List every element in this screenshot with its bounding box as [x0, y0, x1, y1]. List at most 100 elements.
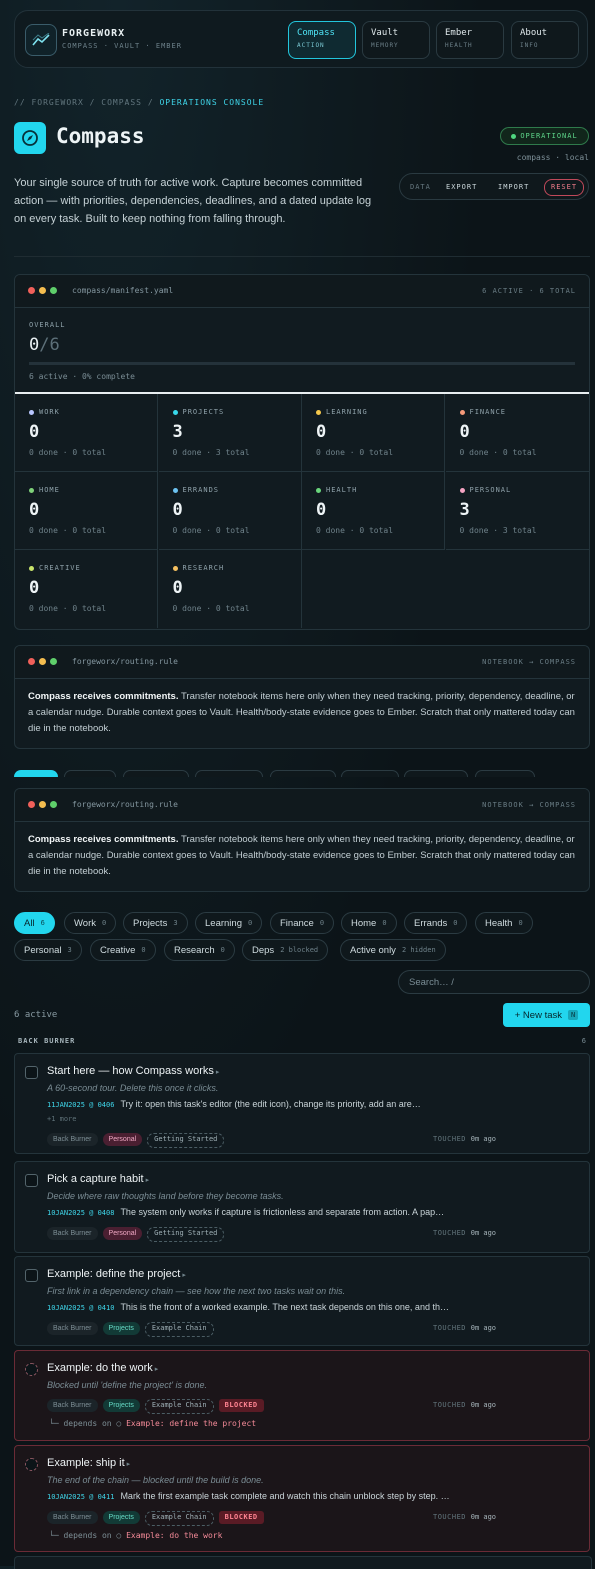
routing-text: Compass receives commitments. Transfer n… [28, 832, 578, 880]
task-card[interactable]: Example: define the project ▸ First link … [14, 1256, 590, 1346]
filter-personal[interactable]: Personal 3 [14, 939, 82, 961]
more-link[interactable]: +1 more [47, 1115, 77, 1123]
category-card-projects[interactable]: PROJECTS 3 0 done · 3 total [158, 394, 302, 472]
filter-home[interactable]: Home 0 [341, 912, 397, 934]
tab-title: Ember [445, 28, 473, 38]
panel-header: compass/manifest.yaml 6 ACTIVE · 6 TOTAL [15, 275, 589, 308]
brand-subtitle: COMPASS · VAULT · EMBER [62, 42, 182, 50]
category-name: FINANCE [459, 408, 507, 416]
filter-projects[interactable]: Projects 3 [123, 912, 188, 934]
filter-label: Creative [100, 944, 136, 956]
task-checkbox[interactable] [25, 1363, 38, 1376]
green-light-icon [50, 287, 57, 294]
category-dot-icon [316, 487, 321, 493]
tab-vault[interactable]: Vault MEMORY [362, 21, 430, 59]
task-title[interactable]: Pick a capture habit ▸ [47, 1173, 149, 1185]
category-card-home[interactable]: HOME 0 0 done · 0 total [15, 472, 158, 550]
filter-learning[interactable]: Learning 0 [195, 912, 263, 934]
section-count: 6 [581, 1037, 586, 1045]
category-card-health[interactable]: HEALTH 0 0 done · 0 total [302, 472, 445, 550]
filter-creative[interactable]: Creative 0 [90, 939, 156, 961]
expand-arrow-icon[interactable]: ▸ [146, 1177, 150, 1184]
category-label: ERRANDS [182, 486, 220, 494]
category-label: PERSONAL [469, 486, 512, 494]
expand-arrow-icon[interactable]: ▸ [216, 1069, 220, 1076]
expand-arrow-icon[interactable]: ▸ [182, 1272, 186, 1279]
category-card-research[interactable]: RESEARCH 0 0 done · 0 total [159, 550, 302, 628]
category-subtext: 0 done · 3 total [172, 448, 250, 457]
category-dot-icon [316, 409, 321, 415]
category-value: 3 [459, 500, 470, 520]
page-description: Your single source of truth for active w… [14, 177, 372, 225]
window-lights [28, 287, 57, 294]
data-label: DATA [410, 183, 431, 191]
divider [14, 256, 590, 257]
task-title[interactable]: Example: do the work ▸ [47, 1362, 158, 1374]
task-checkbox[interactable] [25, 1269, 38, 1282]
filter-health[interactable]: Health 0 [475, 912, 533, 934]
filter-count: 0 [247, 919, 253, 927]
task-title[interactable]: Example: ship it ▸ [47, 1457, 130, 1469]
breadcrumb-root[interactable]: // FORGEWORX [14, 98, 84, 107]
routing-lead: Compass receives commitments. [28, 691, 179, 702]
category-card-personal[interactable]: PERSONAL 3 0 done · 3 total [445, 472, 589, 550]
search-input[interactable]: Search… / [398, 970, 590, 994]
reset-button[interactable]: RESET [544, 179, 585, 196]
filter-deps[interactable]: Deps 2 blocked [242, 939, 329, 961]
category-card-creative[interactable]: CREATIVE 0 0 done · 0 total [15, 550, 158, 628]
category-subtext: 0 done · 0 total [172, 604, 250, 613]
filter-finance[interactable]: Finance 0 [270, 912, 335, 934]
dependency-link[interactable]: Example: do the work [126, 1531, 222, 1540]
task-title-text: Start here — how Compass works [47, 1065, 214, 1077]
category-card-errands[interactable]: ERRANDS 0 0 done · 0 total [158, 472, 302, 550]
category-label: CREATIVE [39, 564, 81, 572]
filter-errands[interactable]: Errands 0 [404, 912, 468, 934]
status-text: OPERATIONAL [520, 132, 578, 140]
task-checkbox[interactable] [25, 1066, 38, 1079]
filter-research[interactable]: Research 0 [164, 939, 235, 961]
forgeworx-logo-icon[interactable] [25, 24, 57, 56]
category-subtext: 0 done · 0 total [172, 526, 250, 535]
yellow-light-icon [39, 658, 46, 665]
tab-compass[interactable]: Compass ACTION [288, 21, 356, 59]
task-card-blocked[interactable]: Example: ship it ▸ The end of the chain —… [14, 1445, 590, 1552]
overall-progress-bar [29, 362, 575, 365]
touched-key: TOUCHED [433, 1324, 467, 1332]
bucket-tag: Back Burner [47, 1511, 98, 1524]
export-button[interactable]: EXPORT [446, 183, 477, 191]
task-card[interactable]: Pick a capture habit ▸ Decide where raw t… [14, 1161, 590, 1253]
tab-about[interactable]: About INFO [511, 21, 579, 59]
breadcrumb-compass[interactable]: COMPASS [101, 98, 142, 107]
task-checkbox[interactable] [25, 1458, 38, 1471]
task-checkbox[interactable] [25, 1174, 38, 1187]
active-count: 6 active [14, 1010, 58, 1020]
task-card[interactable]: Start here — how Compass works ▸ A 60-sec… [14, 1053, 590, 1154]
tab-ember[interactable]: Ember HEALTH [436, 21, 504, 59]
chip-peek [341, 770, 399, 777]
new-task-button[interactable]: + New task N [503, 1003, 590, 1027]
category-value: 0 [29, 578, 40, 598]
task-title[interactable]: Start here — how Compass works ▸ [47, 1065, 219, 1077]
dependency-link[interactable]: Example: define the project [126, 1419, 256, 1428]
filter-label: Finance [280, 917, 314, 929]
expand-arrow-icon[interactable]: ▸ [155, 1366, 159, 1373]
panel-header: forgeworx/routing.rule NOTEBOOK → COMPAS… [15, 789, 589, 822]
filter-work[interactable]: Work 0 [64, 912, 117, 934]
compass-icon [14, 122, 46, 154]
task-card-blocked[interactable]: Example: do the work ▸ Blocked until 'def… [14, 1350, 590, 1441]
category-card-finance[interactable]: FINANCE 0 0 done · 0 total [445, 394, 589, 472]
brand-name: FORGEWORX [62, 28, 126, 39]
touched-value: 0m ago [470, 1135, 497, 1143]
window-lights [28, 658, 57, 665]
import-button[interactable]: IMPORT [498, 183, 529, 191]
category-card-work[interactable]: WORK 0 0 done · 0 total [15, 394, 158, 472]
expand-arrow-icon[interactable]: ▸ [127, 1461, 131, 1468]
filter-count: 0 [453, 919, 458, 927]
category-value: 0 [172, 500, 183, 520]
filter-all[interactable]: All 6 [14, 912, 55, 934]
filter-active-only[interactable]: Active only 2 hidden [340, 939, 446, 961]
category-subtext: 0 done · 0 total [29, 448, 107, 457]
category-card-learning[interactable]: LEARNING 0 0 done · 0 total [302, 394, 445, 472]
red-light-icon [28, 658, 35, 665]
task-title[interactable]: Example: define the project ▸ [47, 1268, 186, 1280]
